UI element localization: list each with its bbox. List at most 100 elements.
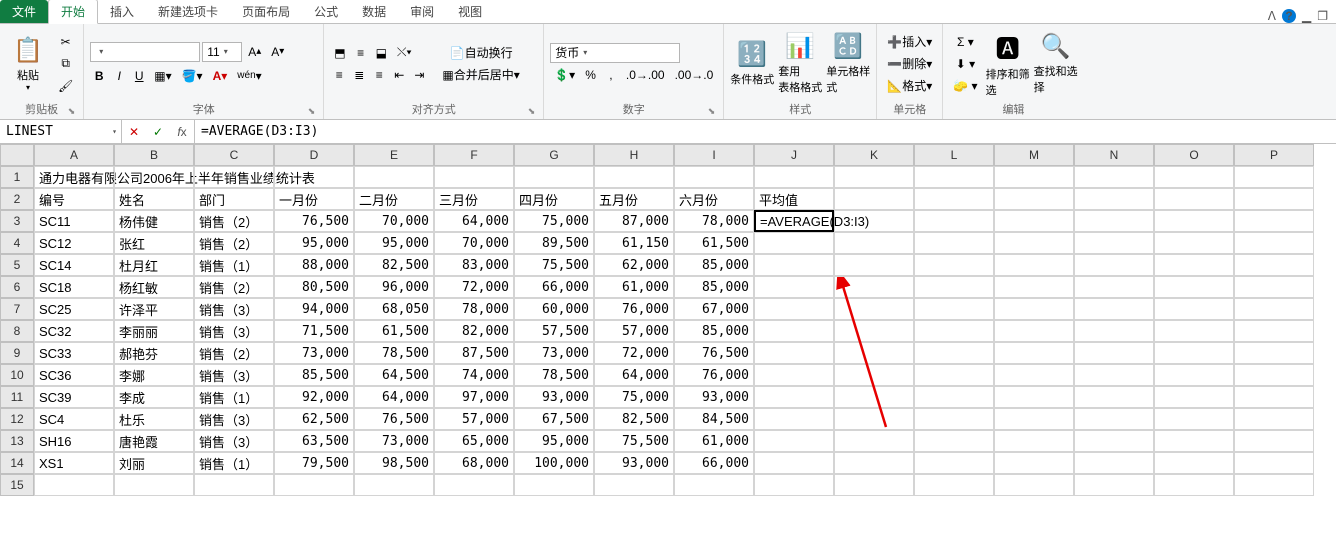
cell[interactable]: 73,000 [274, 342, 354, 364]
cell[interactable]: 76,500 [274, 210, 354, 232]
formula-input[interactable]: =AVERAGE(D3:I3) [195, 120, 1336, 143]
tab-file[interactable]: 文件 [0, 0, 48, 23]
cell[interactable] [994, 364, 1074, 386]
cell[interactable] [914, 474, 994, 496]
cell[interactable] [1234, 474, 1314, 496]
cell[interactable] [1154, 386, 1234, 408]
cell[interactable]: 销售（2） [194, 232, 274, 254]
accounting-format-button[interactable]: 💲▾ [550, 65, 579, 85]
column-header[interactable]: P [1234, 144, 1314, 166]
cell[interactable] [834, 452, 914, 474]
cell[interactable]: 83,000 [434, 254, 514, 276]
cell[interactable]: 85,000 [674, 320, 754, 342]
cell[interactable] [1234, 166, 1314, 188]
cell[interactable] [594, 474, 674, 496]
cell[interactable] [1234, 210, 1314, 232]
cell[interactable] [354, 166, 434, 188]
cell[interactable]: SC18 [34, 276, 114, 298]
cell[interactable]: 许泽平 [114, 298, 194, 320]
cell[interactable] [834, 320, 914, 342]
cell[interactable]: 84,500 [674, 408, 754, 430]
cell[interactable]: 三月份 [434, 188, 514, 210]
cell[interactable] [1234, 232, 1314, 254]
insert-function-button[interactable]: fx [170, 125, 194, 139]
cell[interactable]: 68,000 [434, 452, 514, 474]
cell[interactable] [1154, 254, 1234, 276]
cell[interactable]: SC33 [34, 342, 114, 364]
cell[interactable] [834, 298, 914, 320]
cell[interactable] [914, 210, 994, 232]
cell[interactable] [1234, 430, 1314, 452]
cell[interactable] [754, 276, 834, 298]
column-header[interactable]: O [1154, 144, 1234, 166]
cell[interactable]: SC12 [34, 232, 114, 254]
cell[interactable] [914, 386, 994, 408]
cell[interactable] [1074, 408, 1154, 430]
row-header[interactable]: 8 [0, 320, 34, 342]
cell[interactable] [674, 166, 754, 188]
cell[interactable] [1154, 430, 1234, 452]
cell[interactable]: 57,500 [514, 320, 594, 342]
cell[interactable]: 89,500 [514, 232, 594, 254]
row-header[interactable]: 2 [0, 188, 34, 210]
cell[interactable]: SC4 [34, 408, 114, 430]
cell[interactable] [834, 408, 914, 430]
cell[interactable] [914, 276, 994, 298]
decrease-font-button[interactable]: A▾ [267, 42, 288, 62]
cell[interactable] [994, 408, 1074, 430]
column-header[interactable]: K [834, 144, 914, 166]
cell[interactable] [354, 474, 434, 496]
row-header[interactable]: 7 [0, 298, 34, 320]
tab-insert[interactable]: 插入 [98, 0, 146, 23]
cell[interactable]: 97,000 [434, 386, 514, 408]
cell[interactable] [994, 386, 1074, 408]
align-right-button[interactable]: ≡ [370, 65, 388, 85]
cell[interactable]: 李成 [114, 386, 194, 408]
comma-button[interactable]: , [602, 65, 620, 85]
cell[interactable]: 87,500 [434, 342, 514, 364]
cell[interactable] [914, 342, 994, 364]
fill-color-button[interactable]: 🪣▾ [178, 66, 207, 86]
find-select-button[interactable]: 🔍查找和选择 [1034, 28, 1078, 99]
help-icon[interactable]: ? [1282, 9, 1296, 23]
minimize-ribbon-icon[interactable]: ᐱ [1268, 9, 1276, 23]
column-header[interactable]: I [674, 144, 754, 166]
cell[interactable]: 72,000 [594, 342, 674, 364]
cell[interactable]: 76,000 [594, 298, 674, 320]
cell[interactable]: 销售（2） [194, 210, 274, 232]
cell[interactable] [114, 474, 194, 496]
cell[interactable] [1074, 320, 1154, 342]
cell[interactable] [834, 254, 914, 276]
font-color-button[interactable]: A▾ [209, 66, 232, 86]
cell[interactable]: SC11 [34, 210, 114, 232]
cell[interactable]: 57,000 [434, 408, 514, 430]
cell[interactable]: 76,000 [674, 364, 754, 386]
cell[interactable] [274, 166, 354, 188]
cell[interactable] [194, 474, 274, 496]
cell[interactable] [834, 430, 914, 452]
row-header[interactable]: 10 [0, 364, 34, 386]
cell[interactable] [434, 166, 514, 188]
cell[interactable] [994, 342, 1074, 364]
cell[interactable]: 75,000 [594, 386, 674, 408]
cell[interactable]: SC32 [34, 320, 114, 342]
cell[interactable]: 72,000 [434, 276, 514, 298]
cell[interactable]: 销售（1） [194, 254, 274, 276]
cell[interactable] [914, 364, 994, 386]
cell[interactable]: 60,000 [514, 298, 594, 320]
cell[interactable] [834, 166, 914, 188]
column-header[interactable]: A [34, 144, 114, 166]
cell[interactable] [994, 254, 1074, 276]
column-header[interactable]: J [754, 144, 834, 166]
tab-formulas[interactable]: 公式 [302, 0, 350, 23]
column-header[interactable]: N [1074, 144, 1154, 166]
cell[interactable]: 80,500 [274, 276, 354, 298]
column-header[interactable]: H [594, 144, 674, 166]
enter-formula-button[interactable]: ✓ [146, 125, 170, 139]
column-header[interactable]: D [274, 144, 354, 166]
cell[interactable] [1154, 276, 1234, 298]
row-header[interactable]: 1 [0, 166, 34, 188]
cell[interactable] [1234, 188, 1314, 210]
column-header[interactable]: L [914, 144, 994, 166]
decrease-indent-button[interactable]: ⇤ [390, 65, 408, 85]
